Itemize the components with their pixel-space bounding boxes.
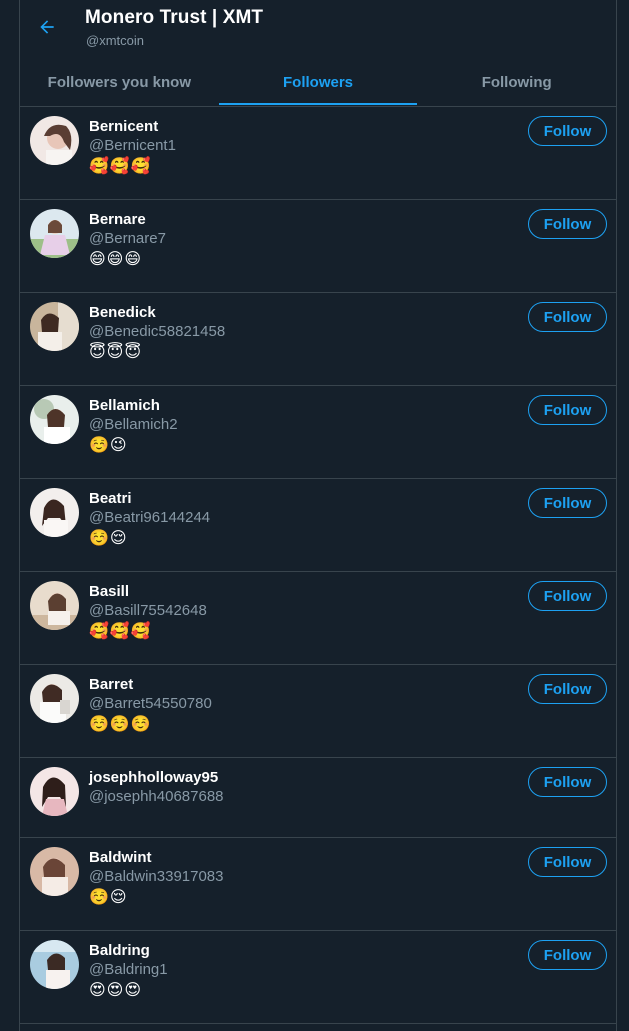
back-arrow-icon[interactable]: [34, 14, 60, 40]
page-header: Monero Trust | XMT @xmtcoin: [20, 0, 616, 58]
user-row[interactable]: Bernicent @Bernicent1 🥰🥰🥰 Follow: [20, 107, 616, 200]
follow-button[interactable]: Follow: [528, 116, 607, 146]
avatar[interactable]: [30, 209, 79, 258]
user-bio: 😍😍😍: [89, 982, 143, 999]
follow-button[interactable]: Follow: [528, 767, 607, 797]
user-name[interactable]: josephholloway95: [89, 769, 218, 786]
user-name[interactable]: Bellamich: [89, 397, 160, 414]
avatar[interactable]: [30, 488, 79, 537]
tab-following[interactable]: Following: [417, 58, 616, 106]
user-handle: @Beatri96144244: [89, 509, 211, 526]
avatar[interactable]: [30, 674, 79, 723]
user-row[interactable]: Bernare @Bernare7 😄😄😄 Follow: [20, 200, 616, 293]
user-handle: @Barret54550780: [89, 695, 212, 712]
avatar[interactable]: [30, 116, 79, 165]
tab-followers[interactable]: Followers: [218, 58, 418, 106]
user-handle: @josephh40687688: [89, 788, 224, 805]
follow-button[interactable]: Follow: [528, 302, 607, 332]
user-name[interactable]: Beatri: [89, 490, 132, 507]
user-name[interactable]: Benedick: [89, 304, 156, 321]
user-handle: @Basill75542648: [89, 602, 207, 619]
user-list: Bernicent @Bernicent1 🥰🥰🥰 Follow Bernare…: [20, 107, 616, 1024]
user-name[interactable]: Baldwint: [89, 849, 152, 866]
user-bio: 😄😄😄: [89, 251, 143, 268]
user-row[interactable]: Baldwint @Baldwin33917083 ☺️😌 Follow: [20, 838, 616, 931]
followers-panel: Monero Trust | XMT @xmtcoin Followers yo…: [19, 0, 617, 1031]
user-handle: @Baldwin33917083: [89, 868, 224, 885]
avatar[interactable]: [30, 581, 79, 630]
follow-button[interactable]: Follow: [528, 674, 607, 704]
follow-button[interactable]: Follow: [528, 581, 607, 611]
avatar[interactable]: [30, 940, 79, 989]
follow-button[interactable]: Follow: [528, 847, 607, 877]
tab-followers-you-know[interactable]: Followers you know: [20, 58, 219, 106]
tab-bar: Followers you know Followers Following: [20, 58, 616, 107]
user-row[interactable]: Barret @Barret54550780 ☺️☺️☺️ Follow: [20, 665, 616, 758]
follow-button[interactable]: Follow: [528, 940, 607, 970]
user-handle: @Bernicent1: [89, 137, 176, 154]
user-bio: 🥰🥰🥰: [89, 158, 152, 175]
page-subtitle: @xmtcoin: [86, 33, 144, 48]
user-row[interactable]: Baldring @Baldring1 😍😍😍 Follow: [20, 931, 616, 1024]
user-handle: @Benedic58821458: [89, 323, 226, 340]
avatar[interactable]: [30, 302, 79, 351]
user-bio: ☺️😉: [89, 437, 128, 454]
user-name[interactable]: Baldring: [89, 942, 150, 959]
user-bio: ☺️☺️☺️: [89, 716, 152, 733]
user-name[interactable]: Bernicent: [89, 118, 158, 135]
avatar[interactable]: [30, 847, 79, 896]
user-bio: ☺️😌: [89, 889, 128, 906]
user-bio: ☺️😌: [89, 530, 128, 547]
user-handle: @Bellamich2: [89, 416, 178, 433]
user-name[interactable]: Bernare: [89, 211, 146, 228]
user-row[interactable]: josephholloway95 @josephh40687688 Follow: [20, 758, 616, 838]
user-bio: 🥰🥰🥰: [89, 623, 152, 640]
user-handle: @Bernare7: [89, 230, 166, 247]
user-row[interactable]: Benedick @Benedic58821458 😇😇😇 Follow: [20, 293, 616, 386]
user-name[interactable]: Barret: [89, 676, 133, 693]
page-title: Monero Trust | XMT: [85, 7, 264, 28]
avatar[interactable]: [30, 767, 79, 816]
follow-button[interactable]: Follow: [528, 488, 607, 518]
user-row[interactable]: Beatri @Beatri96144244 ☺️😌 Follow: [20, 479, 616, 572]
avatar[interactable]: [30, 395, 79, 444]
follow-button[interactable]: Follow: [528, 395, 607, 425]
user-bio: 😇😇😇: [89, 344, 143, 361]
user-row[interactable]: Basill @Basill75542648 🥰🥰🥰 Follow: [20, 572, 616, 665]
user-name[interactable]: Basill: [89, 583, 129, 600]
follow-button[interactable]: Follow: [528, 209, 607, 239]
user-row[interactable]: Bellamich @Bellamich2 ☺️😉 Follow: [20, 386, 616, 479]
user-handle: @Baldring1: [89, 961, 168, 978]
